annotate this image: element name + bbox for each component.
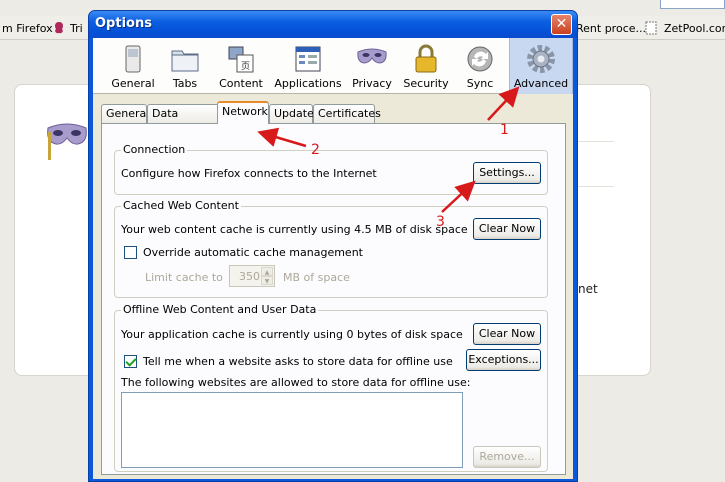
- pane-content[interactable]: 页 Content: [211, 38, 271, 94]
- gear-icon: [527, 45, 555, 73]
- pane-tabs[interactable]: Tabs: [163, 38, 207, 94]
- pane-privacy[interactable]: Privacy: [347, 38, 397, 94]
- tell-offline-checkbox[interactable]: [124, 355, 137, 368]
- pane-label: Advanced: [513, 77, 569, 90]
- pane-label: General: [111, 77, 155, 90]
- privacy-mask-icon: [47, 123, 87, 160]
- override-cache-label[interactable]: Override automatic cache management: [143, 246, 363, 259]
- tabs-pane-icon: [171, 50, 199, 72]
- pane-toolbar: General Tabs 页 Content Applications Priv…: [93, 38, 573, 94]
- tab-network[interactable]: Network: [217, 101, 269, 124]
- applications-pane-icon: [295, 46, 321, 72]
- connection-settings-button[interactable]: Settings...: [473, 162, 541, 184]
- cache-clear-now-button[interactable]: Clear Now: [473, 218, 541, 240]
- bookmark-firefox[interactable]: m Firefox: [2, 21, 53, 37]
- background-text-fragment: net: [578, 282, 598, 296]
- search-box-fragment[interactable]: [660, 0, 725, 9]
- offline-title: Offline Web Content and User Data: [121, 303, 319, 316]
- pane-label: Applications: [274, 77, 342, 90]
- divider: [578, 141, 614, 142]
- pane-security[interactable]: Security: [401, 38, 451, 94]
- annotation-label-1: 1: [500, 122, 509, 138]
- pane-label: Tabs: [172, 77, 198, 90]
- tab-general[interactable]: General: [101, 104, 149, 123]
- content-pane-icon: 页: [228, 46, 254, 73]
- network-tab-panel: Connection Configure how Firefox connect…: [101, 123, 566, 475]
- dialog-client-area: General Tabs 页 Content Applications Priv…: [93, 38, 573, 479]
- annotation-label-3: 3: [436, 214, 445, 230]
- limit-cache-label: Limit cache to: [145, 271, 223, 284]
- connection-title: Connection: [121, 143, 188, 156]
- pane-label: Privacy: [352, 77, 392, 90]
- cache-description: Your web content cache is currently usin…: [121, 223, 468, 236]
- pane-applications[interactable]: Applications: [273, 38, 343, 94]
- dialog-title: Options: [95, 16, 152, 31]
- bookmark-rent[interactable]: Rent proce...: [576, 21, 646, 37]
- divider: [578, 186, 614, 187]
- offline-sites-list[interactable]: [121, 392, 463, 468]
- tab-certificates[interactable]: Certificates: [313, 104, 381, 123]
- override-cache-checkbox[interactable]: [124, 246, 137, 259]
- bookmark-tri-icon: [52, 21, 66, 37]
- offline-group: Offline Web Content and User Data Your a…: [114, 303, 548, 472]
- bookmark-zetpool[interactable]: ZetPool.com: [664, 21, 725, 37]
- pane-advanced[interactable]: Advanced: [509, 38, 573, 94]
- offline-clear-now-button[interactable]: Clear Now: [473, 323, 541, 345]
- connection-description: Configure how Firefox connects to the In…: [121, 167, 377, 180]
- cache-group: Cached Web Content Your web content cach…: [114, 199, 548, 298]
- connection-group: Connection Configure how Firefox connect…: [114, 143, 548, 195]
- pane-label: Sync: [466, 77, 494, 90]
- cache-limit-value: 350: [239, 270, 260, 283]
- pane-label: Security: [403, 77, 449, 90]
- cache-title: Cached Web Content: [121, 199, 241, 212]
- general-pane-icon: [125, 45, 141, 73]
- bookmark-page-icon: [645, 21, 659, 37]
- spinner-up-icon[interactable]: ▲: [261, 267, 273, 276]
- spinner-down-icon[interactable]: ▼: [261, 276, 273, 285]
- close-button[interactable]: ✕: [551, 14, 572, 35]
- allowed-sites-label: The following websites are allowed to st…: [121, 376, 471, 389]
- sync-icon: [467, 46, 493, 72]
- svg-text:页: 页: [241, 61, 250, 72]
- options-dialog: Options ✕ General Tabs 页 Content Applica…: [88, 10, 578, 482]
- pane-sync[interactable]: Sync: [455, 38, 505, 94]
- tab-data-choices[interactable]: Data Choices: [147, 104, 219, 137]
- tell-offline-label[interactable]: Tell me when a website asks to store dat…: [143, 355, 453, 368]
- cache-limit-spinner[interactable]: 350 ▲ ▼: [229, 265, 275, 287]
- bookmark-tri[interactable]: Tri: [70, 21, 83, 37]
- tab-update[interactable]: Update: [269, 104, 314, 123]
- limit-cache-unit: MB of space: [283, 271, 350, 284]
- remove-button: Remove...: [473, 446, 541, 468]
- privacy-mask-icon: [357, 48, 387, 64]
- dialog-titlebar[interactable]: Options ✕: [89, 11, 577, 38]
- close-icon: ✕: [555, 16, 568, 32]
- pane-label: Content: [219, 77, 263, 90]
- offline-description: Your application cache is currently usin…: [121, 328, 463, 341]
- exceptions-button[interactable]: Exceptions...: [466, 349, 541, 371]
- padlock-icon: [415, 44, 437, 73]
- pane-general[interactable]: General: [107, 38, 159, 94]
- annotation-label-2: 2: [311, 142, 320, 158]
